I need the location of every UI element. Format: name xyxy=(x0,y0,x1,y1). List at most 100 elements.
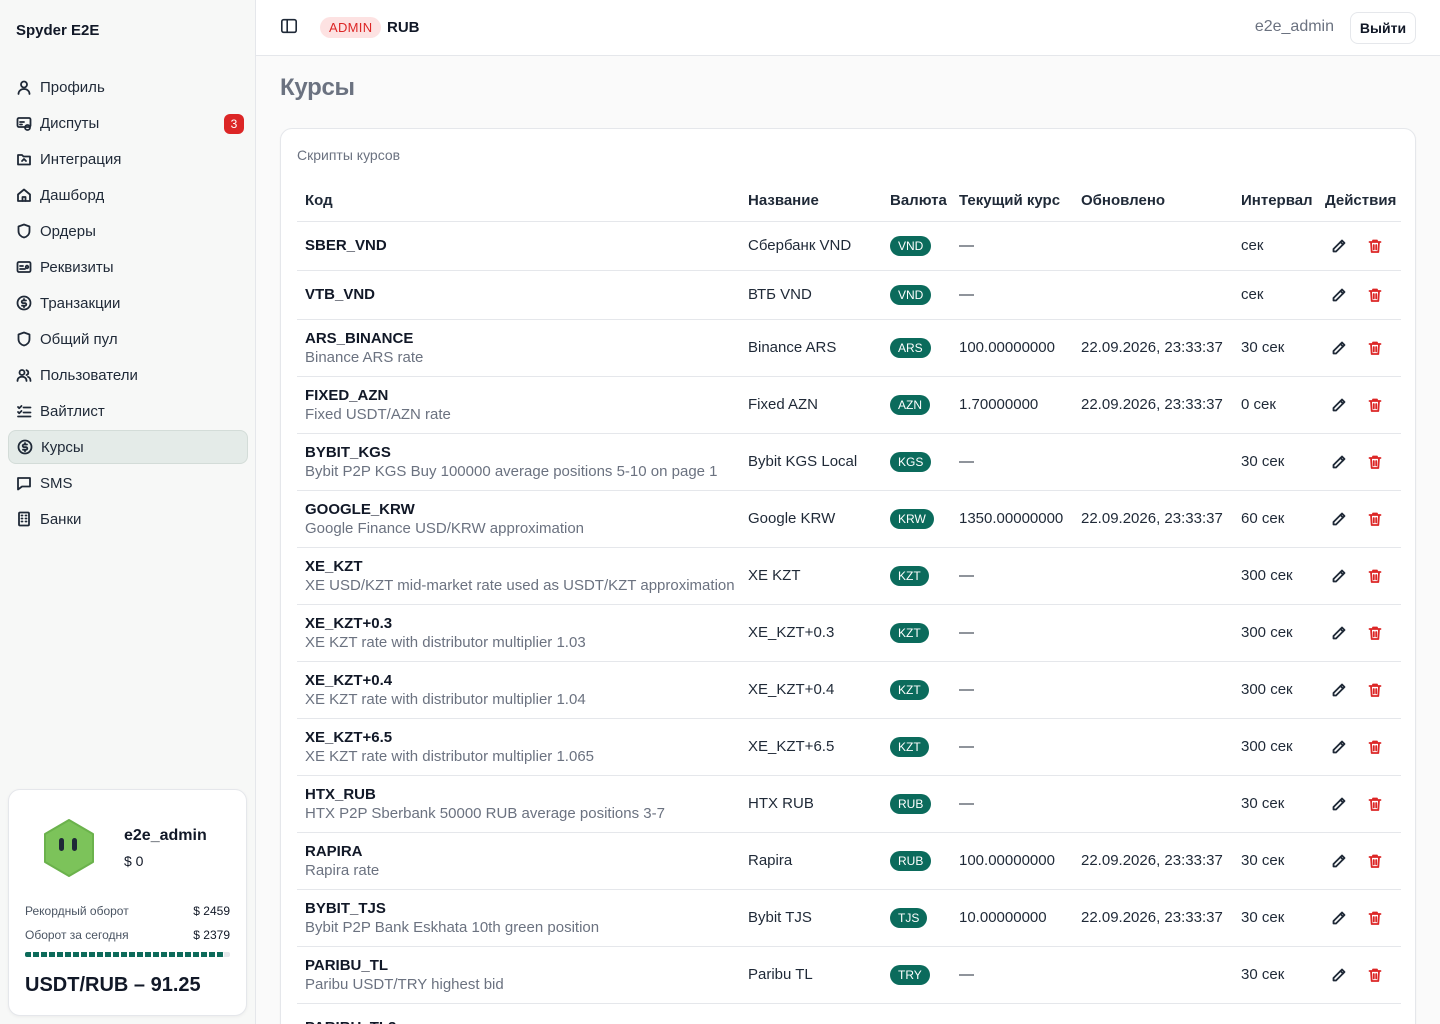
cell-code: XE_KZT+0.4 XE KZT rate with distributor m… xyxy=(297,661,740,719)
avatar xyxy=(44,819,94,877)
turnover-progress-fill xyxy=(25,952,224,957)
cell-updated xyxy=(1073,221,1233,271)
currency-badge: RUB xyxy=(890,793,932,814)
cell-name xyxy=(740,1003,882,1024)
cell-interval: 30 сек xyxy=(1233,433,1317,491)
sidebar-item-transactions[interactable]: Транзакции xyxy=(8,286,248,320)
cell-currency: RUB xyxy=(882,832,951,890)
edit-icon[interactable] xyxy=(1331,739,1347,755)
sidebar-item-label: Интеграция xyxy=(40,150,122,168)
column-header: Код xyxy=(297,181,740,222)
currency-badge: KRW xyxy=(890,508,934,529)
sidebar-item-integration[interactable]: Интеграция xyxy=(8,142,248,176)
rate-description: Bybit P2P Bank Eskhata 10th green positi… xyxy=(305,918,600,936)
cell-actions xyxy=(1317,946,1401,1004)
building-icon xyxy=(16,511,32,527)
list-check-icon xyxy=(16,403,32,419)
cell-updated: 22.09.2026, 23:33:37 xyxy=(1073,889,1233,947)
currency-badge: AZN xyxy=(890,394,930,415)
currency-badge: KGS xyxy=(890,451,932,472)
currency-badge: KZT xyxy=(890,736,929,757)
trash-icon[interactable] xyxy=(1367,287,1383,303)
sidebar-item-common-pool[interactable]: Общий пул xyxy=(8,322,248,356)
cell-interval: 60 сек xyxy=(1233,490,1317,548)
rate-code: XE_KZT xyxy=(305,557,363,575)
currency-badge: TJS xyxy=(890,907,928,928)
sidebar-toggle-icon[interactable] xyxy=(280,17,300,37)
currency-badge: RUB xyxy=(890,850,932,871)
edit-icon[interactable] xyxy=(1331,853,1347,869)
edit-icon[interactable] xyxy=(1331,397,1347,413)
sidebar-item-rates[interactable]: Курсы xyxy=(8,430,248,464)
edit-icon[interactable] xyxy=(1331,287,1347,303)
trash-icon[interactable] xyxy=(1367,796,1383,812)
cell-interval: сек xyxy=(1233,270,1317,320)
table-body: SBER_VND Сбербанк VND VND — сек VTB_VND ВТБ VN… xyxy=(297,221,1401,1024)
edit-icon[interactable] xyxy=(1331,625,1347,641)
edit-icon[interactable] xyxy=(1331,340,1347,356)
users-icon xyxy=(16,367,32,383)
cell-currency: VND xyxy=(882,221,951,271)
sidebar-item-dashboard[interactable]: Дашборд xyxy=(8,178,248,212)
trash-icon[interactable] xyxy=(1367,340,1383,356)
trash-icon[interactable] xyxy=(1367,625,1383,641)
cell-code: HTX_RUB HTX P2P Sberbank 50000 RUB averag… xyxy=(297,775,740,833)
sidebar-item-disputes[interactable]: Диспуты 3 xyxy=(8,106,248,140)
edit-icon[interactable] xyxy=(1331,454,1347,470)
rate-code: BYBIT_TJS xyxy=(305,899,386,917)
edit-icon[interactable] xyxy=(1331,910,1347,926)
trash-icon[interactable] xyxy=(1367,682,1383,698)
rate-description: Bybit P2P KGS Buy 100000 average positio… xyxy=(305,462,718,480)
trash-icon[interactable] xyxy=(1367,454,1383,470)
edit-icon[interactable] xyxy=(1331,238,1347,254)
cell-actions xyxy=(1317,661,1401,719)
cell-interval: 30 сек xyxy=(1233,832,1317,890)
edit-icon[interactable] xyxy=(1331,568,1347,584)
card-icon xyxy=(16,259,32,275)
trash-icon[interactable] xyxy=(1367,910,1383,926)
disputes-count-badge: 3 xyxy=(224,114,244,134)
cell-name: XE KZT xyxy=(740,547,882,605)
cell-current-rate: 100.00000000 xyxy=(951,319,1073,377)
edit-icon[interactable] xyxy=(1331,682,1347,698)
cell-actions xyxy=(1317,889,1401,947)
trash-icon[interactable] xyxy=(1367,238,1383,254)
trash-icon[interactable] xyxy=(1367,397,1383,413)
header-username: e2e_admin xyxy=(1254,18,1334,35)
table-row: PARIBU_TL3 xyxy=(297,1003,1401,1024)
cell-code: PARIBU_TL3 xyxy=(297,1003,740,1024)
trash-icon[interactable] xyxy=(1367,739,1383,755)
cell-interval: 300 сек xyxy=(1233,661,1317,719)
rate-code: VTB_VND xyxy=(305,286,376,303)
cell-name: Google KRW xyxy=(740,490,882,548)
edit-icon[interactable] xyxy=(1331,967,1347,983)
currency-badge: VND xyxy=(890,284,932,305)
table-row: RAPIRA Rapira rate Rapira RUB 100.00000000 22… xyxy=(297,832,1401,890)
edit-icon[interactable] xyxy=(1331,796,1347,812)
cell-updated xyxy=(1073,661,1233,719)
sidebar-item-requisites[interactable]: Реквизиты xyxy=(8,250,248,284)
trash-icon[interactable] xyxy=(1367,568,1383,584)
sidebar-item-users[interactable]: Пользователи xyxy=(8,358,248,392)
sidebar-item-whitelist[interactable]: Вайтлист xyxy=(8,394,248,428)
rate-description: Google Finance USD/KRW approximation xyxy=(305,519,585,537)
table-header-row: Код Название Валюта Текущий курс Обновлено Ин… xyxy=(297,181,1401,222)
rate-code: PARIBU_TL xyxy=(305,956,389,974)
rate-code: GOOGLE_KRW xyxy=(305,500,415,518)
sidebar-item-banks[interactable]: Банки xyxy=(8,502,248,536)
sidebar-item-sms[interactable]: SMS xyxy=(8,466,248,500)
trash-icon[interactable] xyxy=(1367,967,1383,983)
logout-button[interactable]: Выйти xyxy=(1350,12,1416,44)
today-turnover-row: Оборот за сегодня $ 2379 xyxy=(25,928,230,942)
trash-icon[interactable] xyxy=(1367,511,1383,527)
trash-icon[interactable] xyxy=(1367,853,1383,869)
table-row: ARS_BINANCE Binance ARS rate Binance ARS AR… xyxy=(297,319,1401,377)
sidebar-item-profile[interactable]: Профиль xyxy=(8,70,248,104)
edit-icon[interactable] xyxy=(1331,511,1347,527)
sidebar-item-orders[interactable]: Ордеры xyxy=(8,214,248,248)
cell-name: Fixed AZN xyxy=(740,376,882,434)
cell-actions xyxy=(1317,1003,1401,1024)
table-row: XE_KZT+0.3 XE KZT rate with distributor m… xyxy=(297,604,1401,662)
today-turnover-value: $ 2379 xyxy=(193,928,230,942)
turnover-progress-bar xyxy=(25,952,230,957)
